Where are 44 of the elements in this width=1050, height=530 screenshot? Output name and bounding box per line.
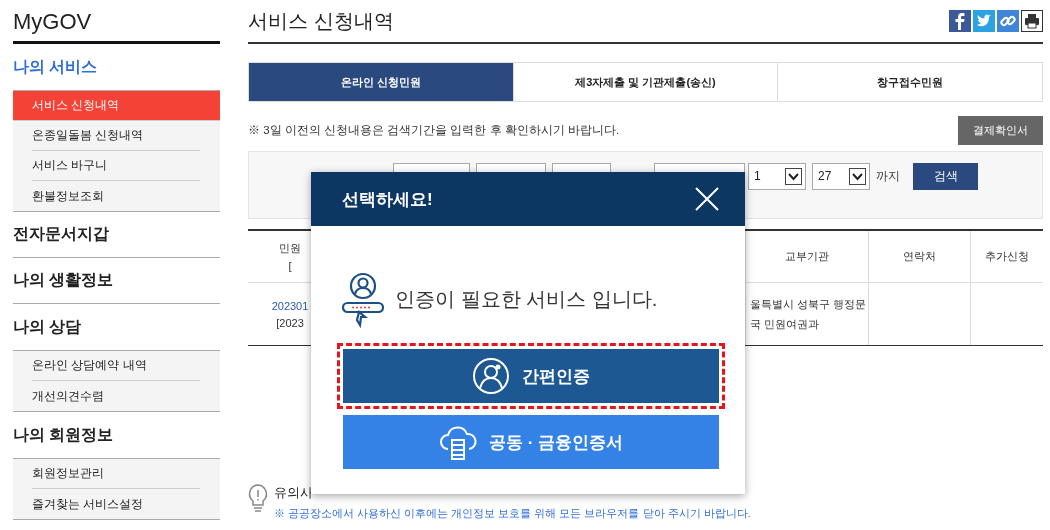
tab[interactable]: 온라인 신청민원 — [249, 63, 513, 101]
agency-text: 국 민원여권과 — [750, 316, 820, 332]
sidebar-item[interactable]: 서비스 신청내역 — [13, 91, 220, 121]
auth-button[interactable]: 공동 · 금융인증서 — [343, 415, 719, 469]
dialog-message: 인증이 필요한 서비스 입니다. — [395, 287, 658, 312]
auth-button[interactable]: 간편인증 — [343, 349, 719, 403]
notice-text: ※ 3일 이전의 신청내용은 검색기간을 입력한 후 확인하시기 바랍니다. — [248, 123, 620, 138]
dialog-title: 선택하세요! — [342, 188, 433, 211]
caution-text: ※ 공공장소에서 사용하신 이후에는 개인정보 보호를 위해 모든 브라우저를 닫아 주시기 바랍니다. — [274, 506, 751, 521]
sidebar-item[interactable]: 서비스 바구니 — [32, 151, 200, 181]
close-button[interactable] — [695, 187, 719, 211]
sidebar-heading[interactable]: 나의 상담 — [13, 304, 220, 350]
column-header: 추가신청 — [970, 231, 1043, 283]
sidebar-heading[interactable]: 나의 생활정보 — [13, 258, 220, 304]
print-icon[interactable] — [1021, 10, 1043, 32]
sidebar-item[interactable]: 온라인 상담예약 내역 — [32, 351, 200, 381]
select-field[interactable]: 1 — [748, 162, 806, 190]
user-login-icon — [341, 271, 385, 328]
sidebar-item[interactable]: 환불정보조회 — [32, 181, 200, 211]
facebook-icon[interactable] — [949, 10, 971, 32]
sidebar-heading[interactable]: 전자문서지갑 — [13, 212, 220, 258]
until-label: 까지 — [876, 167, 900, 185]
site-logo[interactable]: MyGOV — [13, 0, 220, 44]
date-text: [2023 — [276, 316, 304, 329]
page-title: 서비스 신청내역 — [248, 8, 394, 34]
application-link[interactable]: 202301 — [271, 299, 309, 312]
sidebar-item[interactable]: 회원정보관리 — [32, 459, 200, 489]
lightbulb-icon — [248, 484, 268, 514]
link-icon[interactable] — [997, 10, 1019, 32]
caution-title: 유의사 — [274, 484, 314, 502]
caret-icon — [785, 167, 802, 185]
person-icon — [472, 357, 510, 395]
sidebar-item[interactable]: 개선의견수렴 — [32, 381, 200, 411]
select-field[interactable]: 27 — [812, 162, 870, 190]
sidebar-item[interactable]: 온종일돌봄 신청내역 — [32, 121, 200, 151]
caret-icon — [849, 167, 866, 185]
sidebar-heading[interactable]: 나의 서비스 — [13, 44, 220, 90]
agency-text: 울특별시 성북구 행정문 — [750, 296, 867, 312]
bird-icon[interactable] — [973, 10, 995, 32]
sidebar-heading[interactable]: 나의 회원정보 — [13, 412, 220, 458]
column-header: 연락처 — [868, 231, 970, 283]
sidebar-item[interactable]: 즐겨찾는 서비스설정 — [32, 489, 200, 519]
search-button[interactable]: 검색 — [913, 162, 978, 190]
receipt-button[interactable]: 결제확인서 — [958, 116, 1043, 145]
